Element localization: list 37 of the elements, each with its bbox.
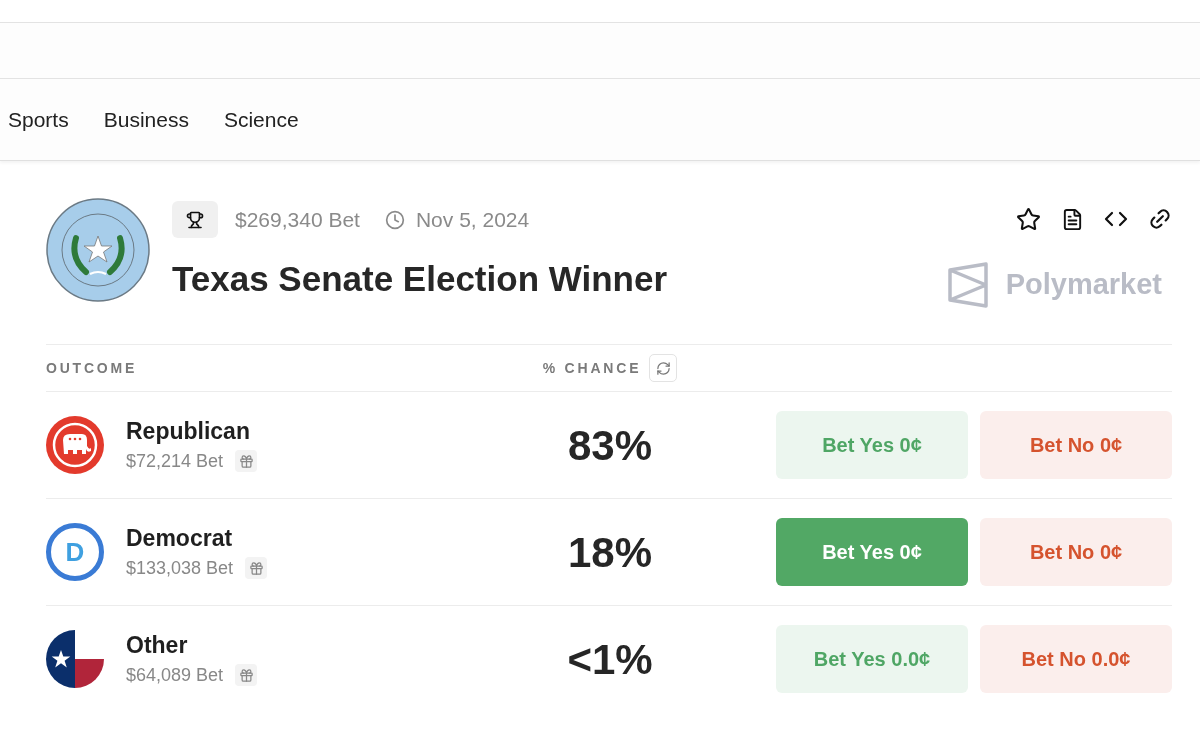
clock-icon <box>384 209 405 230</box>
document-icon[interactable] <box>1061 207 1084 231</box>
trophy-icon <box>172 201 218 238</box>
star-icon[interactable] <box>1016 206 1041 232</box>
bet-yes-button[interactable]: Bet Yes 0¢ <box>776 411 968 479</box>
bet-no-button[interactable]: Bet No 0¢ <box>980 411 1172 479</box>
bet-no-button[interactable]: Bet No 0¢ <box>980 518 1172 586</box>
chance-value: 83% <box>567 420 653 471</box>
outcome-name: Republican <box>126 416 251 446</box>
market-title: Texas Senate Election Winner <box>172 258 668 300</box>
chance-value: <1% <box>567 634 653 685</box>
column-header: % CHANCE <box>542 358 642 378</box>
outcome-name: Other <box>126 630 189 660</box>
brand-name: Polymarket <box>1005 267 1162 303</box>
elephant-logo-icon <box>46 416 104 474</box>
column-header: OUTCOME <box>46 358 139 378</box>
end-date-text: Nov 5, 2024 <box>415 206 530 233</box>
outcome-volume: $72,214 Bet <box>126 449 224 473</box>
outcome-volume: $64,089 Bet <box>126 663 224 687</box>
nav-link[interactable]: Business <box>103 103 189 136</box>
democrat-logo: D <box>46 523 104 581</box>
gift-icon[interactable] <box>235 450 258 472</box>
bet-yes-button[interactable]: Bet Yes 0.0¢ <box>776 625 968 693</box>
chance-value: 18% <box>567 527 653 578</box>
outcome-name: Democrat <box>126 523 234 553</box>
volume-text: $269,340 Bet <box>235 206 360 233</box>
bet-no-button[interactable]: Bet No 0.0¢ <box>980 625 1172 693</box>
gift-icon[interactable] <box>245 557 268 579</box>
nav-link[interactable]: Science <box>223 103 299 136</box>
refresh-icon[interactable] <box>649 354 678 382</box>
state-seal-icon <box>46 198 150 302</box>
brand-logo-icon <box>947 262 988 308</box>
texas-flag-icon <box>46 630 104 688</box>
nav-link[interactable]: Sports <box>8 103 69 136</box>
gift-icon[interactable] <box>235 664 258 686</box>
outcome-volume: $133,038 Bet <box>126 556 234 580</box>
bet-yes-button[interactable]: Bet Yes 0¢ <box>776 518 968 586</box>
